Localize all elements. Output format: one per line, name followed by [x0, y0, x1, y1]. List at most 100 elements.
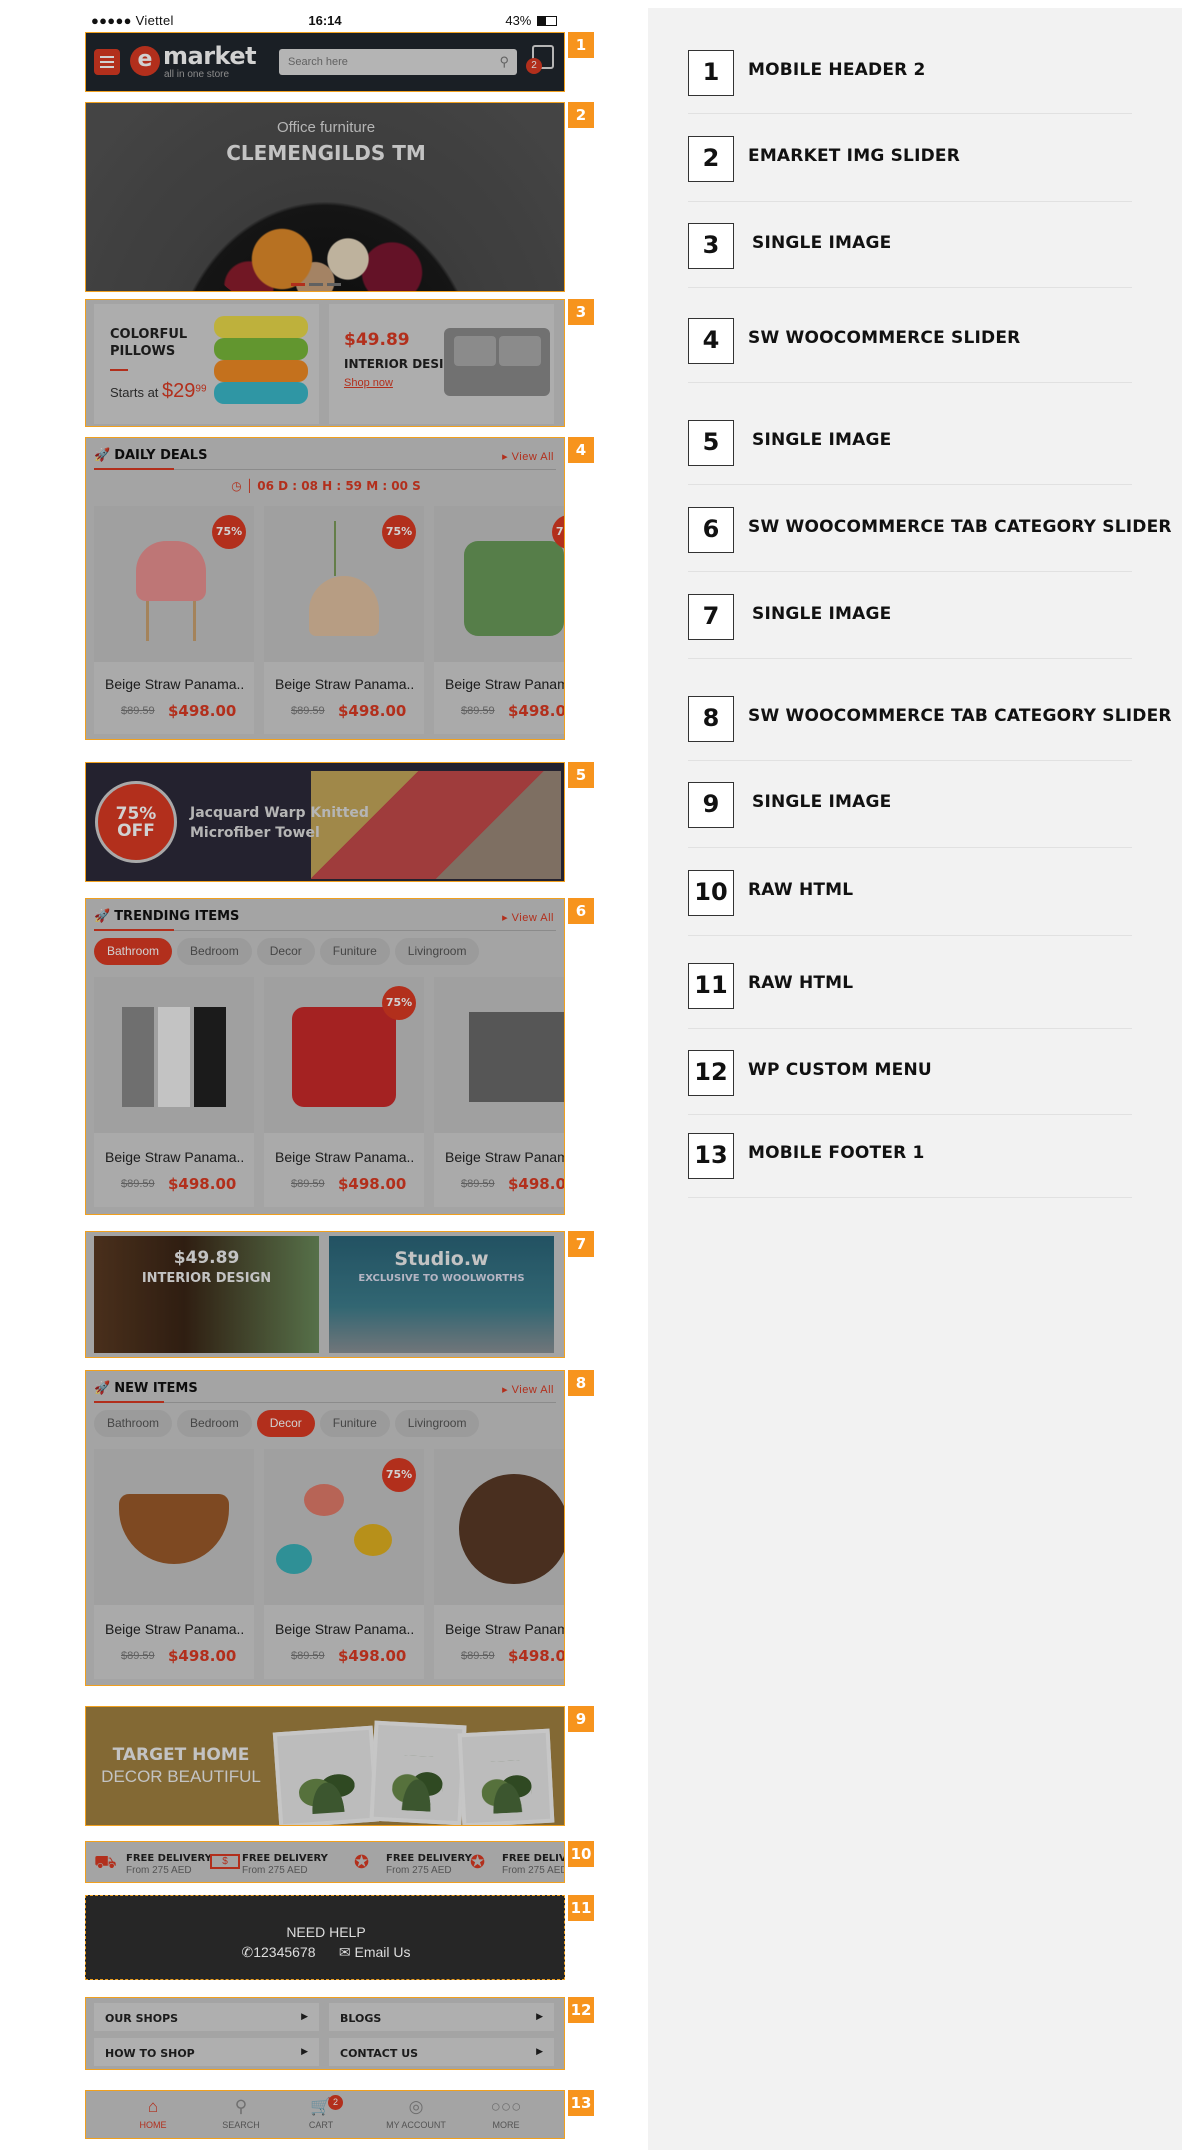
- product-image-grey-towels[interactable]: [434, 977, 564, 1133]
- product-image-wooden-bowls[interactable]: [94, 1449, 254, 1605]
- slider-pagination[interactable]: [291, 273, 345, 291]
- product-name[interactable]: Beige Straw Panama..: [264, 676, 434, 692]
- legend-row-10: 10 RAW HTML: [688, 868, 1132, 936]
- slider-dot[interactable]: [291, 283, 305, 286]
- menu-item-contact-us[interactable]: CONTACT US ▶: [329, 2038, 554, 2066]
- banner-line1: TARGET HOME: [112, 1745, 250, 1765]
- help-title: NEED HELP: [286, 1924, 366, 1940]
- caret-right-icon: ▸: [502, 912, 512, 924]
- banner-price: $49.89: [173, 1248, 240, 1268]
- product-price: $498.00: [338, 1647, 407, 1665]
- image-slider[interactable]: Office furniture CLEMENGILDS TM: [85, 102, 565, 292]
- product-card[interactable]: 75% Beige Straw Panama.. $89.59 $498.00: [264, 1449, 424, 1679]
- caret-right-icon: ▸: [502, 451, 512, 463]
- banner-title: INTERIOR DESIGN: [141, 1271, 272, 1286]
- pillows-promo[interactable]: COLORFUL PILLOWS Starts at $2999: [94, 304, 319, 424]
- product-image-towels[interactable]: [94, 977, 254, 1133]
- nav-cart[interactable]: 🛒 2 CART: [286, 2095, 356, 2130]
- menu-item-blogs[interactable]: BLOGS ▶: [329, 2003, 554, 2031]
- nav-label: MORE: [492, 2120, 520, 2130]
- legend-number: 6: [688, 507, 734, 553]
- legend-label: SW WOOCOMMERCE TAB CATEGORY SLIDER: [748, 706, 1172, 726]
- product-image-cushion[interactable]: [434, 506, 564, 662]
- tab-livingroom[interactable]: Livingroom: [394, 938, 480, 965]
- slider-dot[interactable]: [309, 283, 323, 286]
- legend-row-5: 5 SINGLE IMAGE: [688, 418, 1132, 485]
- product-name[interactable]: Beige Straw Panama..: [434, 676, 564, 692]
- studio-w-banner[interactable]: Studio.w EXCLUSIVE TO WOOLWORTHS: [329, 1236, 554, 1353]
- phone-link[interactable]: ✆12345678: [241, 1944, 315, 1960]
- tab-bedroom[interactable]: Bedroom: [177, 938, 252, 965]
- cart-button[interactable]: 2: [526, 45, 554, 74]
- trending-items-tab-slider: 🚀 TRENDING ITEMS ▸ View All Bathroom Bedro…: [85, 898, 565, 1215]
- view-all-link[interactable]: ▸ View All: [502, 450, 554, 463]
- product-card[interactable]: Beige Straw Panama.. $89.59 $498.00: [94, 977, 254, 1207]
- shop-now-link[interactable]: Shop now: [344, 377, 393, 389]
- nav-more[interactable]: ○○○ MORE: [471, 2097, 541, 2130]
- feature-sub: From 275 AED: [242, 1865, 308, 1876]
- product-name[interactable]: Beige Straw Panama..: [434, 1149, 564, 1165]
- legend-number: 1: [688, 50, 734, 96]
- section-title-text: NEW ITEMS: [114, 1381, 198, 1396]
- old-price: $89.59: [121, 1178, 155, 1190]
- pillows-image: [214, 316, 310, 408]
- menu-label: OUR SHOPS: [105, 2012, 179, 2025]
- tab-funiture[interactable]: Funiture: [319, 938, 390, 965]
- rocket-icon: 🚀: [94, 448, 111, 463]
- towel-banner[interactable]: 75% OFF Jacquard Warp Knitted Microfiber T…: [85, 762, 565, 882]
- tab-bedroom[interactable]: Bedroom: [177, 1410, 252, 1437]
- legend-number: 9: [688, 782, 734, 828]
- hamburger-menu-button[interactable]: [94, 49, 120, 75]
- search-icon[interactable]: ⚲: [499, 54, 509, 70]
- nav-search[interactable]: ⚲ SEARCH: [206, 2097, 276, 2130]
- tab-decor[interactable]: Decor: [256, 938, 315, 965]
- view-all-link[interactable]: ▸ View All: [502, 1383, 554, 1396]
- view-all-link[interactable]: ▸ View All: [502, 911, 554, 924]
- product-card[interactable]: 75% Beige Straw Panama.. $89.59 $498.00: [264, 506, 424, 734]
- product-image-clock[interactable]: [434, 1449, 564, 1605]
- section-badge: 10: [568, 1841, 594, 1867]
- legend-row-4: 4 SW WOOCOMMERCE SLIDER: [688, 316, 1132, 383]
- product-card[interactable]: 75% Beige Straw Panama.. $89.59 $498.00: [264, 977, 424, 1207]
- tab-livingroom[interactable]: Livingroom: [394, 1410, 480, 1437]
- product-card[interactable]: Beige Straw Panama.. $89.59 $498.00: [434, 977, 564, 1207]
- tab-funiture[interactable]: Funiture: [319, 1410, 390, 1437]
- old-price: $89.59: [291, 1178, 325, 1190]
- product-name[interactable]: Beige Straw Panama..: [264, 1621, 434, 1637]
- legend-label: MOBILE HEADER 2: [748, 60, 926, 80]
- interior-design-banner[interactable]: $49.89 INTERIOR DESIGN: [94, 1236, 319, 1353]
- tab-bathroom[interactable]: Bathroom: [94, 938, 173, 965]
- legend-label: WP CUSTOM MENU: [748, 1060, 932, 1080]
- menu-item-our-shops[interactable]: OUR SHOPS ▶: [94, 2003, 319, 2031]
- tab-decor[interactable]: Decor: [256, 1410, 315, 1437]
- legend-label: SINGLE IMAGE: [752, 233, 892, 253]
- legend-row-6: 6 SW WOOCOMMERCE TAB CATEGORY SLIDER: [688, 505, 1171, 572]
- target-home-banner[interactable]: TARGET HOME DECOR BEAUTIFUL: [85, 1706, 565, 1826]
- slider-dot[interactable]: [327, 283, 341, 286]
- product-name[interactable]: Beige Straw Panama..: [94, 1621, 264, 1637]
- logo-mark[interactable]: e: [130, 46, 160, 76]
- email-link[interactable]: ✉ Email Us: [339, 1944, 411, 1960]
- product-card[interactable]: 75% Beige Straw Panama.. $89.59 $498.00: [94, 506, 254, 734]
- logo-wordmark[interactable]: market: [163, 42, 257, 70]
- menu-item-how-to-shop[interactable]: HOW TO SHOP ▶: [94, 2038, 319, 2066]
- product-name[interactable]: Beige Straw Panama..: [434, 1621, 564, 1637]
- nav-my-account[interactable]: ◎ MY ACCOUNT: [376, 2097, 456, 2130]
- product-card[interactable]: Beige Straw Panama.. $89.59 $498.00: [94, 1449, 254, 1679]
- product-name[interactable]: Beige Straw Panama..: [264, 1149, 434, 1165]
- sale-badge: 75%: [382, 515, 416, 549]
- section-badge: 8: [568, 1370, 594, 1396]
- search-input[interactable]: Search here ⚲: [279, 49, 517, 75]
- product-price: $498.00: [168, 1647, 237, 1665]
- truck-icon: ⛟: [94, 1852, 117, 1872]
- feature-title: FREE DELIVERY: [126, 1853, 212, 1864]
- envelope-icon: ✉: [338, 1944, 355, 1960]
- product-card[interactable]: Beige Straw Panama.. $89.59 $498.00: [434, 1449, 564, 1679]
- product-name[interactable]: Beige Straw Panama..: [94, 676, 264, 692]
- nav-home[interactable]: ⌂ HOME: [118, 2097, 188, 2130]
- interior-design-promo[interactable]: $49.89 INTERIOR DESIGN Shop now: [329, 304, 554, 424]
- product-card[interactable]: 75% Beige Straw Panama.. $89.59 $498.00: [434, 506, 564, 734]
- tab-bathroom[interactable]: Bathroom: [94, 1410, 173, 1437]
- product-name[interactable]: Beige Straw Panama..: [94, 1149, 264, 1165]
- section-title-text: TRENDING ITEMS: [114, 909, 240, 924]
